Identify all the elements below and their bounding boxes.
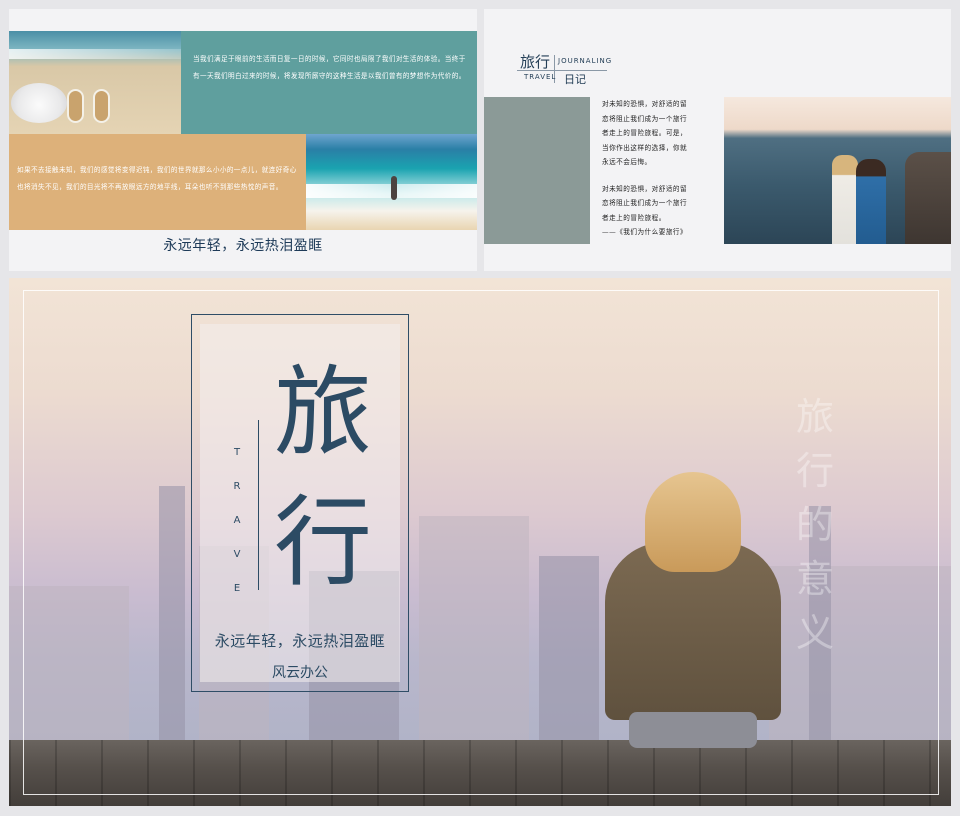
text-line: 当你作出这样的选择，你就 xyxy=(602,143,688,152)
slide-thumbnail-2[interactable]: 旅行 JOURNALING TRAVEL 日记 对未知的恐惧，对舒适的留 恋将阻… xyxy=(484,9,951,271)
text-line: 对未知的恐惧，对舒适的留 xyxy=(602,100,688,108)
logo-cn: 旅行 xyxy=(520,53,551,71)
tan-text-box: 如果不去接触未知，我们的感觉将变得迟钝，我们的世界就那么小小的一点儿，就连好奇心… xyxy=(9,134,306,230)
hero-tagline: 永远年轻，永远热泪盈眶 xyxy=(214,632,386,650)
logo-divider-h xyxy=(517,70,607,71)
journal-text: 对未知的恐惧，对舒适的留 恋将阻止我们成为一个旅行 者走上的冒险旅程。可是， 当… xyxy=(602,97,710,240)
title-char-1: 旅 xyxy=(274,356,373,470)
sun-hat xyxy=(11,83,67,123)
sandal-right xyxy=(93,89,110,123)
vertical-letter: T xyxy=(233,447,241,458)
text-line: 恋将阻止我们成为一个旅行 xyxy=(602,199,688,207)
text-line: 者走上的冒险旅程。可是， xyxy=(602,129,688,137)
logo-en-travel: TRAVEL xyxy=(524,73,557,81)
slide-hero[interactable]: T R A V E 旅 行 永远年轻，永远热泪盈眶 风云办公 旅 行 的 意 义 xyxy=(9,278,951,806)
title-card-panel: T R A V E 旅 行 永远年轻，永远热泪盈眶 风云办公 xyxy=(200,324,400,682)
sandal-left xyxy=(67,89,84,123)
vertical-letter: R xyxy=(233,481,241,492)
ghost-char: 旅 xyxy=(795,395,834,439)
vertical-letter: V xyxy=(233,549,241,560)
quote-source: ——《我们为什么要旅行》 xyxy=(602,228,688,236)
girl-blue-top xyxy=(856,159,886,244)
ghost-char: 的 xyxy=(795,503,834,547)
rock-cliff xyxy=(905,152,951,244)
ghost-char: 义 xyxy=(795,611,834,655)
brand-name: 风云办公 xyxy=(272,665,328,681)
vertical-travel-text: T R A V E xyxy=(231,436,243,606)
slide1-caption: 永远年轻，永远热泪盈眶 xyxy=(163,238,323,254)
vertical-letter: E xyxy=(233,583,241,594)
text-line: 恋将阻止我们成为一个旅行 xyxy=(602,114,688,123)
teal-text-box: 当我们满足于眼前的生活而日复一日的时候，它同时也局限了我们对生活的体验。当终于有… xyxy=(181,31,477,135)
tan-paragraph: 如果不去接触未知，我们的感觉将变得迟钝，我们的世界就那么小小的一点儿，就连好奇心… xyxy=(17,166,297,191)
beach-photo xyxy=(9,31,181,135)
title-card: T R A V E 旅 行 永远年轻，永远热泪盈眶 风云办公 xyxy=(191,314,409,692)
slide-thumbnail-1[interactable]: 当我们满足于眼前的生活而日复一日的时候，它同时也局限了我们对生活的体验。当终于有… xyxy=(9,9,477,271)
sea-photo xyxy=(306,134,477,230)
text-line: 者走上的冒险旅程。 xyxy=(602,213,666,222)
logo-sub: 日记 xyxy=(564,73,586,86)
grey-block xyxy=(484,97,590,244)
title-char-2: 行 xyxy=(274,486,373,600)
girl-blonde xyxy=(832,155,858,244)
vertical-letter: A xyxy=(233,515,241,526)
person-on-beach xyxy=(391,176,397,200)
text-line: 对未知的恐惧，对舒适的留 xyxy=(602,184,688,193)
friends-sea-photo xyxy=(724,97,951,244)
ghost-char: 意 xyxy=(795,557,834,601)
ghost-char: 行 xyxy=(795,449,834,493)
vertical-rule xyxy=(258,420,259,590)
teal-paragraph: 当我们满足于眼前的生活而日复一日的时候，它同时也局限了我们对生活的体验。当终于有… xyxy=(193,55,466,80)
text-line: 永远不会后悔。 xyxy=(602,158,652,166)
ghost-vertical-text: 旅 行 的 意 义 xyxy=(795,390,835,660)
logo-en-journaling: JOURNALING xyxy=(558,57,613,65)
beach-foam xyxy=(9,49,181,59)
